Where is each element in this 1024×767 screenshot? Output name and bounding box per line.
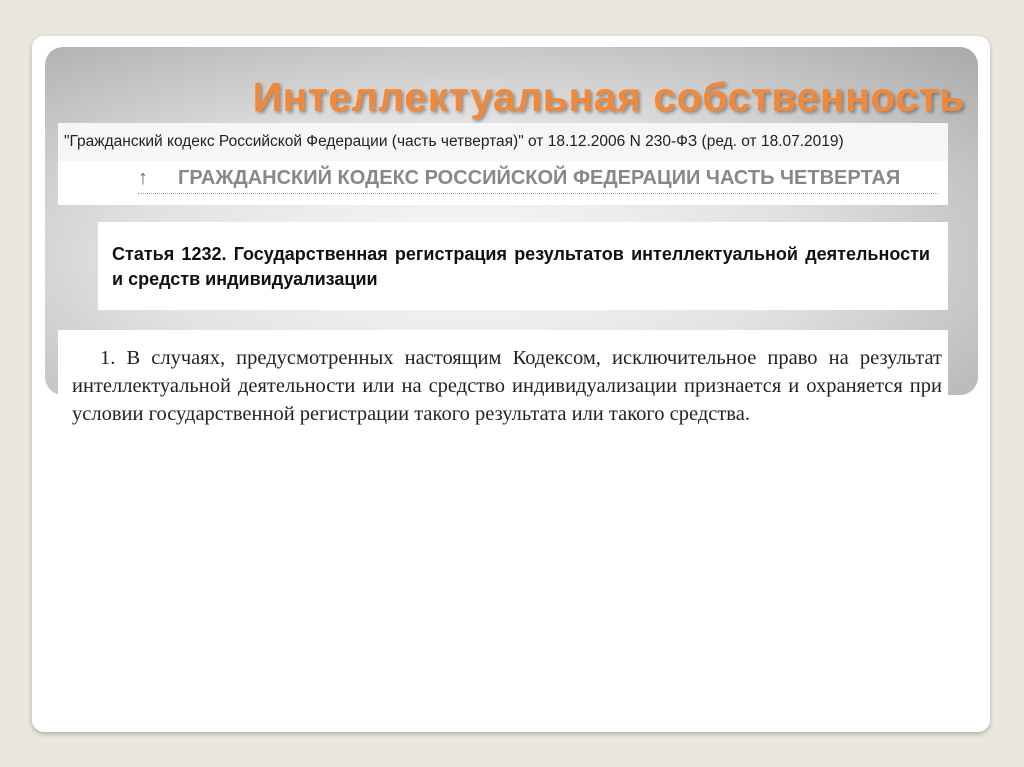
code-header: ↑ ГРАЖДАНСКИЙ КОДЕКС РОССИЙСКОЙ ФЕДЕРАЦИ…: [138, 167, 938, 194]
up-arrow-icon[interactable]: ↑: [138, 167, 148, 190]
code-header-text[interactable]: ГРАЖДАНСКИЙ КОДЕКС РОССИЙСКОЙ ФЕДЕРАЦИИ …: [178, 167, 900, 190]
code-citation-screenshot: "Гражданский кодекс Российской Федерации…: [58, 123, 948, 205]
paragraph-box: 1. В случаях, предусмотренных настоящим …: [58, 330, 948, 470]
article-box: Статья 1232. Государственная регистрация…: [98, 222, 948, 310]
article-paragraph: 1. В случаях, предусмотренных настоящим …: [72, 347, 942, 425]
slide-title: Интеллектуальная собственность: [252, 74, 965, 120]
citation-text: "Гражданский кодекс Российской Федерации…: [58, 123, 948, 161]
article-title: Статья 1232. Государственная регистрация…: [112, 244, 930, 289]
